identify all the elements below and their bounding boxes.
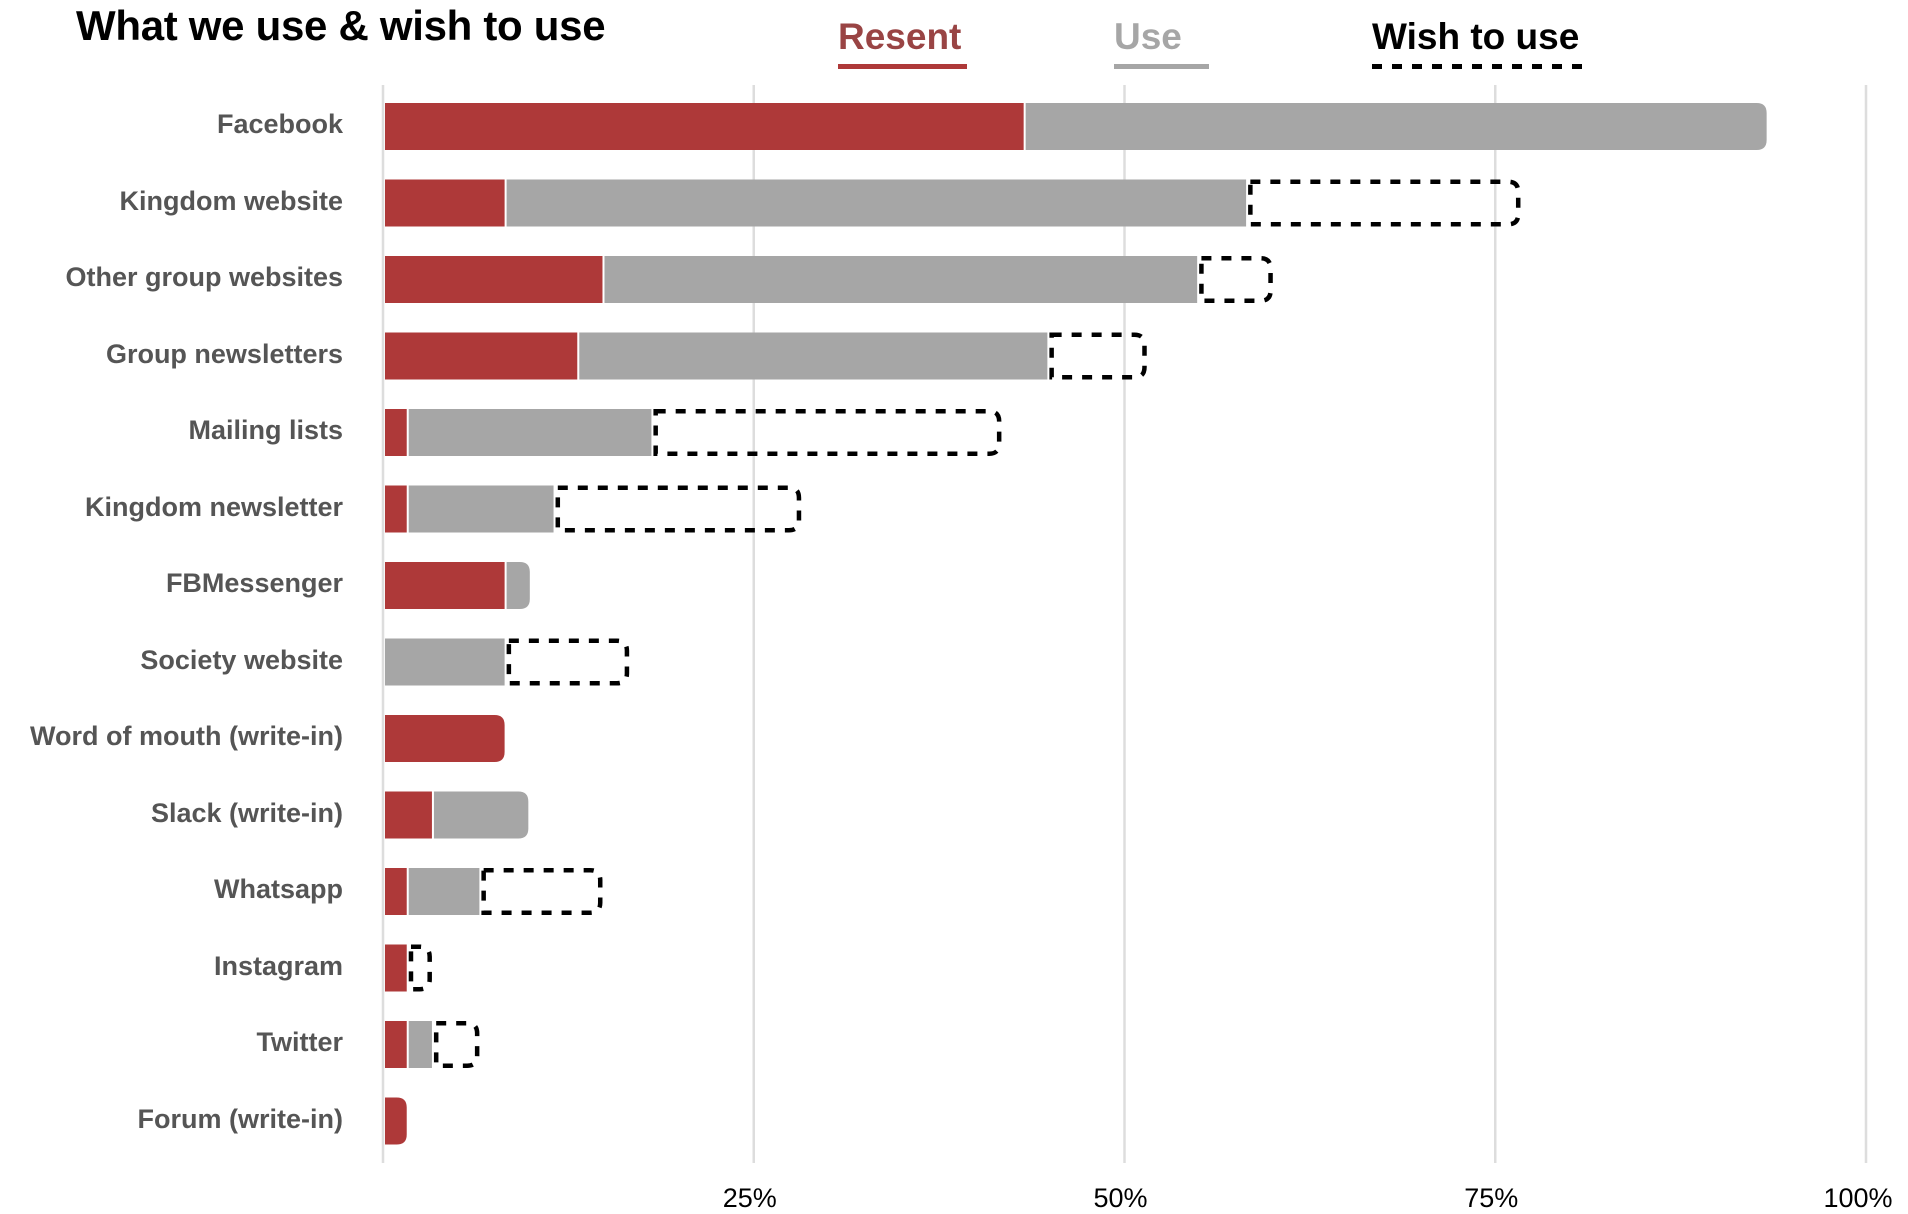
bar-resent-instagram <box>385 944 407 992</box>
category-label-kingdom-newsletter: Kingdom newsletter <box>84 491 343 522</box>
bar-wish-other-group-websites <box>1199 256 1273 303</box>
bar-resent-kingdom-website <box>385 179 505 227</box>
category-label-other-group-websites: Other group websites <box>65 262 343 292</box>
bar-use-slack-write-in <box>433 791 529 839</box>
bar-row-society-website <box>385 638 630 686</box>
bar-row-twitter <box>385 1021 480 1068</box>
bar-use-whatsapp <box>408 868 480 915</box>
bar-resent-fbmessenger <box>385 562 505 609</box>
x-tick-label-25: 25% <box>722 1183 777 1213</box>
bar-row-other-group-websites <box>385 256 1273 303</box>
category-label-society-website: Society website <box>140 644 343 675</box>
bar-resent-facebook <box>385 103 1024 150</box>
bar-row-kingdom-newsletter <box>385 485 802 533</box>
bar-row-instagram <box>385 944 432 992</box>
bar-resent-forum-write-in <box>385 1097 407 1145</box>
bar-row-forum-write-in <box>385 1097 407 1145</box>
bar-use-facebook <box>1025 103 1767 150</box>
category-label-kingdom-website: Kingdom website <box>119 185 343 216</box>
x-tick-label-75: 75% <box>1464 1183 1519 1213</box>
x-tick-label-100: 100% <box>1823 1183 1893 1213</box>
bar-wish-group-newsletters <box>1049 332 1147 380</box>
bar-resent-whatsapp <box>385 868 407 915</box>
bar-wish-instagram <box>408 944 432 992</box>
category-label-whatsapp: Whatsapp <box>213 874 343 904</box>
bar-resent-slack-write-in <box>385 791 432 839</box>
bar-wish-whatsapp <box>481 868 603 915</box>
bar-row-fbmessenger <box>385 562 530 609</box>
bar-row-whatsapp <box>385 868 603 915</box>
bar-use-fbmessenger <box>506 562 530 609</box>
bar-resent-other-group-websites <box>385 256 603 303</box>
bar-row-facebook <box>385 103 1767 150</box>
bar-use-twitter <box>408 1021 432 1068</box>
bar-resent-kingdom-newsletter <box>385 485 407 533</box>
x-tick-label-50: 50% <box>1093 1183 1148 1213</box>
bar-resent-word-of-mouth-write-in <box>385 715 505 762</box>
category-label-mailing-lists: Mailing lists <box>188 415 343 445</box>
bars <box>385 103 1767 1145</box>
bar-use-other-group-websites <box>604 256 1198 303</box>
bar-use-kingdom-newsletter <box>408 485 554 533</box>
bar-use-group-newsletters <box>579 332 1048 380</box>
bar-use-society-website <box>385 638 505 686</box>
bar-wish-mailing-lists <box>653 409 1002 456</box>
bar-use-kingdom-website <box>506 179 1247 227</box>
bar-resent-group-newsletters <box>385 332 578 380</box>
bar-resent-mailing-lists <box>385 409 407 456</box>
bar-use-mailing-lists <box>408 409 652 456</box>
category-label-slack-write-in: Slack (write-in) <box>150 797 343 828</box>
bar-row-word-of-mouth-write-in <box>385 715 505 762</box>
category-label-instagram: Instagram <box>213 950 343 981</box>
category-label-twitter: Twitter <box>256 1027 344 1057</box>
bar-wish-kingdom-newsletter <box>555 485 802 533</box>
category-label-word-of-mouth-write-in: Word of mouth (write-in) <box>30 721 343 751</box>
bar-row-group-newsletters <box>385 332 1147 380</box>
bar-wish-kingdom-website <box>1248 179 1521 227</box>
bar-row-slack-write-in <box>385 791 529 839</box>
bar-resent-twitter <box>385 1021 407 1068</box>
gridlines <box>381 85 1868 1163</box>
bar-row-kingdom-website <box>385 179 1521 227</box>
bar-row-mailing-lists <box>385 409 1002 456</box>
bar-wish-society-website <box>506 638 630 686</box>
category-label-forum-write-in: Forum (write-in) <box>137 1103 343 1134</box>
category-label-group-newsletters: Group newsletters <box>105 338 343 369</box>
category-label-facebook: Facebook <box>216 109 343 139</box>
bar-wish-twitter <box>433 1021 480 1068</box>
category-label-fbmessenger: FBMessenger <box>165 568 343 598</box>
